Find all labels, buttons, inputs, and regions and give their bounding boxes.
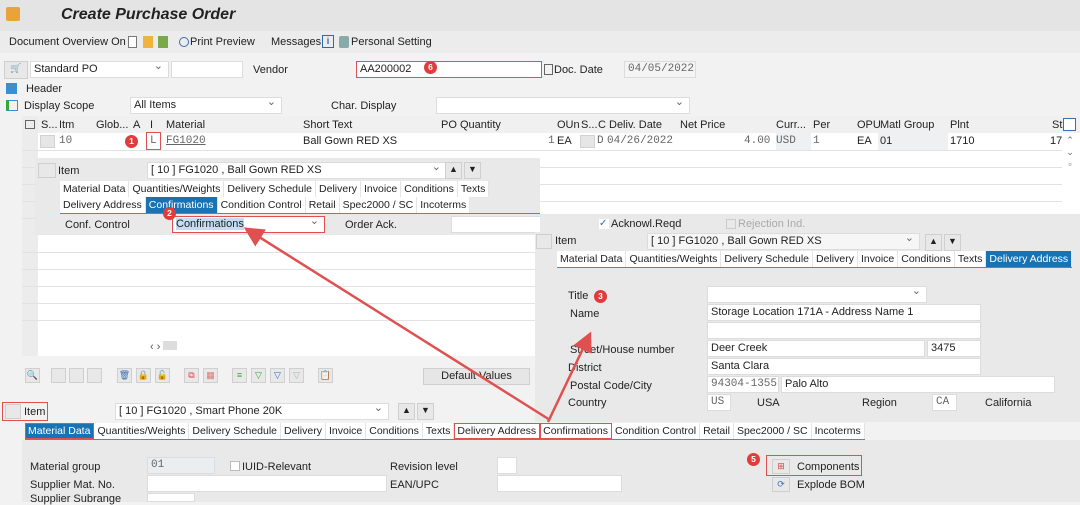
annotation-badge-3: 3 <box>594 290 607 303</box>
annotation-arrows <box>243 227 592 423</box>
annotation-badge-6: 6 <box>424 61 437 74</box>
annotation-badge-5: 5 <box>747 453 760 466</box>
annotation-badge-2: 2 <box>163 207 176 220</box>
annotation-badge-1: 1 <box>125 135 138 148</box>
arrow-to-delivery-address <box>546 331 592 423</box>
arrow-to-conf-control <box>243 227 551 422</box>
